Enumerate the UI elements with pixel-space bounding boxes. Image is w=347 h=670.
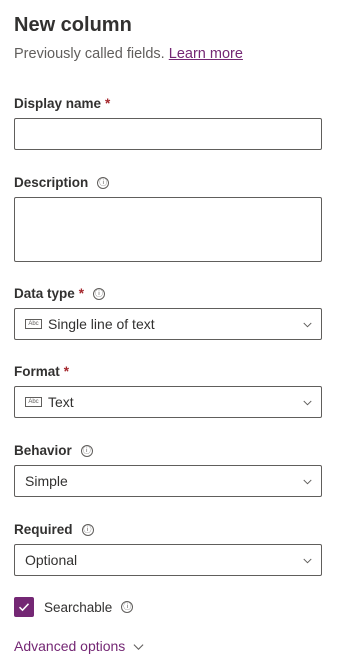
required-label-text: Required — [14, 522, 73, 537]
behavior-label-text: Behavior — [14, 443, 72, 458]
panel-title: New column — [14, 14, 132, 36]
info-icon[interactable]: ⓘ — [93, 287, 106, 300]
required-value: Optional — [25, 552, 78, 568]
format-value: Text — [48, 394, 74, 410]
advanced-options-label: Advanced options — [14, 638, 126, 654]
searchable-label: Searchable — [44, 599, 113, 615]
chevron-down-icon — [303, 558, 312, 564]
format-label-text: Format — [14, 364, 60, 379]
description-label: Description ⓘ — [14, 175, 110, 190]
behavior-value: Simple — [25, 473, 68, 489]
chevron-down-icon — [303, 322, 312, 328]
description-label-text: Description — [14, 175, 89, 190]
data-type-value: Single line of text — [48, 316, 155, 332]
info-icon[interactable]: ⓘ — [80, 444, 93, 457]
required-dropdown[interactable]: Optional — [14, 544, 322, 576]
panel-subtitle: Previously called fields. Learn more — [14, 46, 243, 62]
behavior-dropdown[interactable]: Simple — [14, 465, 322, 497]
searchable-checkbox[interactable] — [14, 597, 34, 617]
data-type-label-text: Data type — [14, 286, 75, 301]
advanced-options-toggle[interactable]: Advanced options — [14, 638, 144, 654]
chevron-down-icon — [133, 643, 144, 650]
info-icon[interactable]: ⓘ — [121, 601, 134, 613]
description-textarea[interactable] — [14, 197, 322, 262]
info-icon[interactable]: ⓘ — [81, 523, 94, 536]
chevron-down-icon — [303, 400, 312, 406]
required-marker: * — [78, 286, 85, 301]
required-label: Required ⓘ — [14, 522, 94, 537]
abc-text-icon: Abc — [25, 319, 42, 329]
required-marker: * — [63, 364, 70, 379]
data-type-label: Data type * ⓘ — [14, 286, 106, 301]
learn-more-link[interactable]: Learn more — [169, 46, 243, 62]
required-marker: * — [105, 96, 111, 111]
behavior-label: Behavior ⓘ — [14, 443, 93, 458]
info-icon[interactable]: ⓘ — [97, 176, 110, 189]
format-dropdown[interactable]: Abc Text — [14, 386, 322, 418]
display-name-label: Display name * — [14, 96, 110, 111]
checkmark-icon — [18, 603, 30, 612]
data-type-dropdown[interactable]: Abc Single line of text — [14, 308, 322, 340]
display-name-input[interactable] — [14, 118, 322, 150]
display-name-label-text: Display name — [14, 96, 102, 111]
searchable-row: Searchable ⓘ — [14, 597, 134, 617]
abc-text-icon: Abc — [25, 397, 42, 407]
format-label: Format * — [14, 364, 69, 379]
subtitle-text: Previously called fields. — [14, 46, 165, 62]
chevron-down-icon — [303, 479, 312, 485]
